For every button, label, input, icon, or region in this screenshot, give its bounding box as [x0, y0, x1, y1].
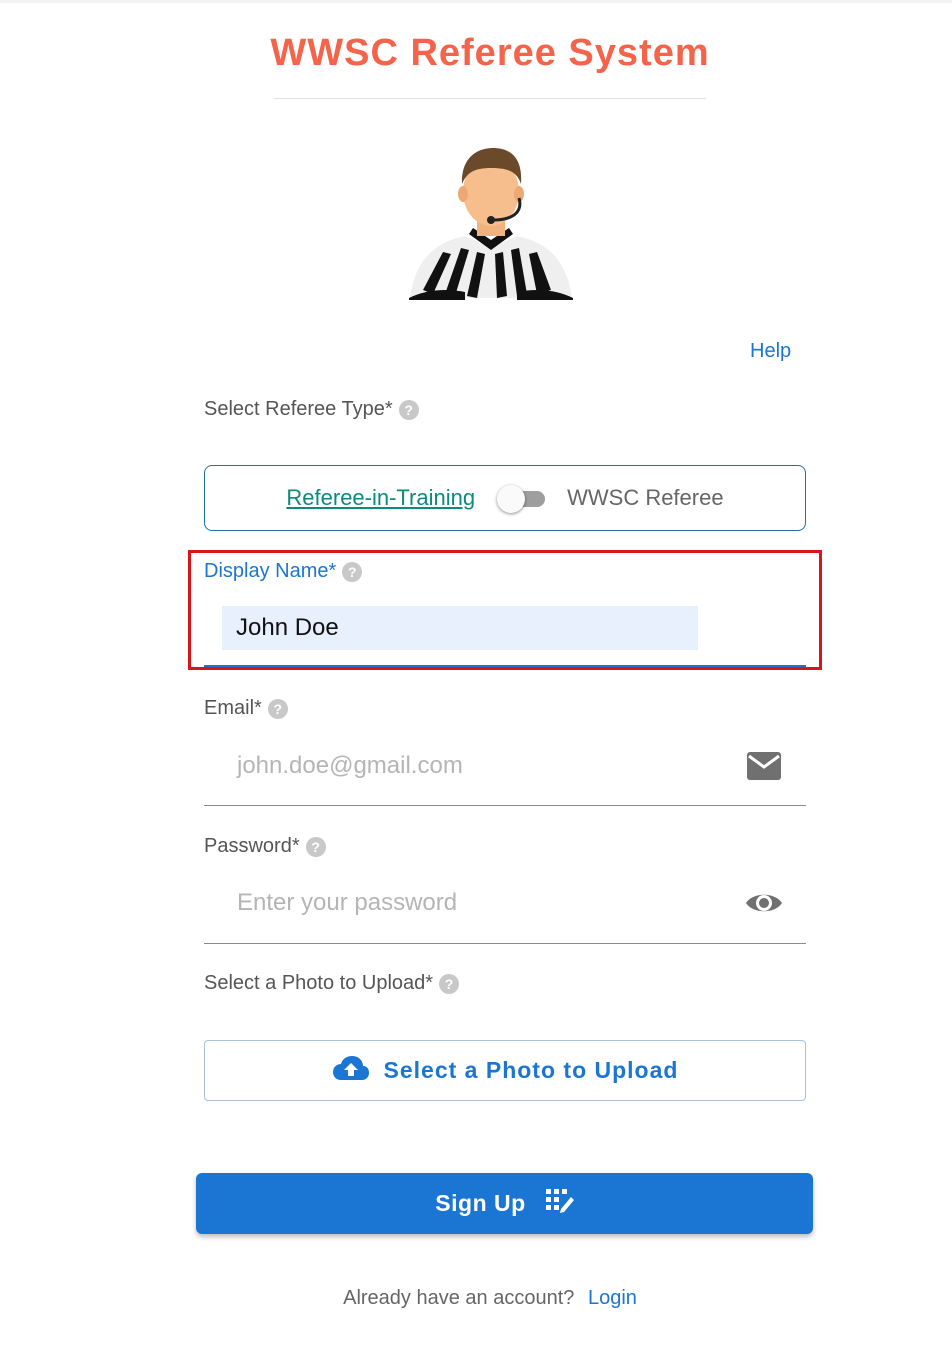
top-divider [0, 0, 952, 3]
email-underline [204, 805, 806, 806]
email-label: Email* ? [204, 697, 288, 720]
login-prompt-text: Already have an account? [343, 1287, 575, 1309]
display-name-input[interactable]: John Doe [222, 606, 698, 650]
help-circle-icon[interactable]: ? [267, 698, 288, 719]
password-label: Password* ? [204, 835, 326, 858]
referee-type-label-text: Select Referee Type* [204, 398, 393, 420]
help-link[interactable]: Help [750, 340, 791, 363]
password-underline [204, 943, 806, 944]
page-title: WWSC Referee System [270, 32, 710, 74]
login-link[interactable]: Login [588, 1287, 637, 1309]
referee-type-toggle-group: Referee-in-Training WWSC Referee [204, 465, 806, 531]
photo-label-text: Select a Photo to Upload* [204, 972, 434, 994]
display-name-label-text: Display Name* [204, 560, 337, 582]
referee-in-training-option[interactable]: Referee-in-Training [286, 485, 475, 511]
cloud-upload-icon [332, 1055, 370, 1087]
login-prompt: Already have an account? Login [0, 1287, 952, 1310]
password-input[interactable]: Enter your password [237, 889, 457, 917]
sign-up-button-label: Sign Up [435, 1190, 526, 1216]
help-circle-icon[interactable]: ? [342, 561, 363, 582]
password-label-text: Password* [204, 835, 300, 857]
referee-type-label: Select Referee Type* ? [204, 398, 419, 421]
display-name-underline [204, 665, 806, 667]
help-circle-icon[interactable]: ? [305, 836, 326, 857]
help-circle-icon[interactable]: ? [439, 973, 460, 994]
register-icon [545, 1188, 574, 1219]
sign-up-button[interactable]: Sign Up [196, 1173, 813, 1234]
display-name-label: Display Name* ? [204, 560, 363, 583]
mail-icon [746, 751, 782, 786]
select-photo-button[interactable]: Select a Photo to Upload [204, 1040, 806, 1101]
help-circle-icon[interactable]: ? [398, 399, 419, 420]
title-divider [274, 98, 706, 99]
email-label-text: Email* [204, 697, 262, 719]
switch-thumb [497, 485, 526, 513]
photo-label: Select a Photo to Upload* ? [204, 972, 460, 995]
email-input[interactable]: john.doe@gmail.com [237, 752, 463, 780]
eye-icon[interactable] [745, 889, 783, 922]
select-photo-button-label: Select a Photo to Upload [383, 1057, 679, 1083]
referee-avatar-icon [405, 140, 577, 305]
referee-type-switch[interactable] [495, 483, 547, 513]
wwsc-referee-option[interactable]: WWSC Referee [567, 485, 723, 511]
